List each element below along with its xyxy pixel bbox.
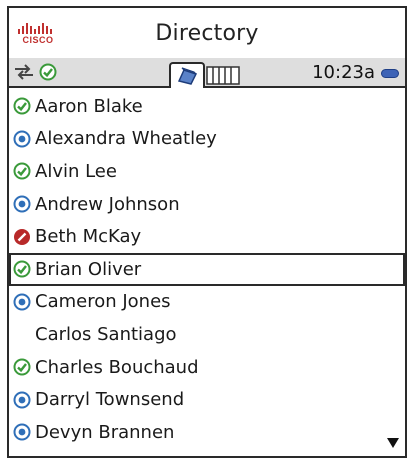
cisco-logo: CISCO [17,22,59,48]
sync-arrows-icon [15,64,33,80]
contacts-book-icon [177,67,198,85]
status-available-icon [13,97,31,115]
status-away-icon [13,391,31,409]
status-away-icon [13,130,31,148]
status-away-icon [13,195,31,213]
contact-name: Carlos Santiago [35,323,177,345]
battery-icon [381,69,399,78]
contact-row[interactable]: Andrew Johnson [9,188,405,221]
contact-row[interactable]: Alvin Lee [9,155,405,188]
contact-name: Alvin Lee [35,160,117,182]
contact-name: Beth McKay [35,226,142,248]
available-status-icon [39,63,57,81]
contact-name: Charles Bouchaud [35,356,199,378]
status-available-icon [13,260,31,278]
status-available-icon [13,358,31,376]
contact-row[interactable]: Charles Bouchaud [9,351,405,384]
status-away-icon [13,423,31,441]
scroll-down-arrow-icon[interactable] [387,438,399,448]
contact-name: Aaron Blake [35,95,143,117]
contact-row[interactable]: Aaron Blake [9,90,405,123]
title-bar: CISCO Directory [9,8,405,58]
contact-row[interactable]: Darryl Townsend [9,383,405,416]
status-clock: 10:23a [312,62,375,83]
contact-row[interactable]: Carlos Santiago [9,318,405,351]
view-tabs [169,62,241,88]
contact-row[interactable]: Devyn Brannen [9,416,405,449]
phone-screen: CISCO Directory 10:23a Aaron Blake Alexa… [7,6,407,458]
contact-name: Alexandra Wheatley [35,128,217,150]
status-bar: 10:23a [9,58,405,88]
contact-row[interactable]: Cameron Jones [9,286,405,319]
cisco-logo-text: CISCO [22,35,54,45]
contact-row[interactable]: Alexandra Wheatley [9,123,405,156]
contact-list: Aaron Blake Alexandra Wheatley Alvin Lee An… [9,88,405,449]
tab-keypad[interactable] [205,64,241,86]
cisco-bars-icon [18,23,52,34]
contact-row[interactable]: Brian Oliver [9,252,405,286]
status-away-icon [13,293,31,311]
page-title: Directory [155,20,259,46]
contact-name: Andrew Johnson [35,193,180,215]
tab-contacts[interactable] [169,62,205,88]
contact-name: Cameron Jones [35,291,171,313]
contact-name: Brian Oliver [35,258,142,280]
contact-name: Darryl Townsend [35,389,185,411]
status-icons [13,63,57,81]
status-busy-icon [13,228,31,246]
keypad-columns-icon [206,66,240,85]
no-status-spacer [13,325,31,343]
contact-name: Devyn Brannen [35,421,175,443]
contact-row[interactable]: Beth McKay [9,220,405,253]
status-available-icon [13,162,31,180]
